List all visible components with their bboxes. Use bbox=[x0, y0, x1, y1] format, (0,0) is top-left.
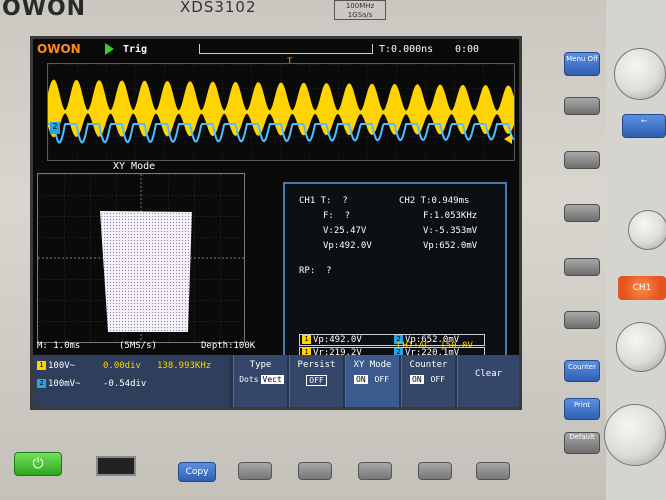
ch2-badge-icon: 2 bbox=[37, 379, 46, 388]
trigger-level-icon bbox=[504, 134, 512, 144]
ch1-scale: 100V~ bbox=[48, 361, 76, 371]
ch2-marker-icon: 2 bbox=[50, 122, 60, 134]
spec-label: 100MHz 1GSa/s bbox=[334, 0, 386, 20]
ch2-vrms: V:-5.353mV bbox=[423, 226, 478, 236]
side-key-4[interactable] bbox=[564, 258, 600, 276]
time-readout: 0:00 bbox=[455, 44, 480, 55]
default-button[interactable]: Default bbox=[564, 432, 600, 454]
volts-div-knob[interactable] bbox=[604, 404, 666, 466]
ch2-offset: -0.54div bbox=[103, 379, 147, 389]
ch2-period: CH2 T:0.949ms bbox=[399, 196, 470, 206]
ch1-badge-icon: 1 bbox=[37, 361, 46, 370]
copy-button[interactable]: Copy bbox=[178, 462, 216, 482]
status-bar: M: 1.0ms (5MS/s) Depth:100K CH1:AC- ∫50.… bbox=[33, 339, 519, 353]
softkey-2[interactable] bbox=[298, 462, 332, 480]
xy-off-option[interactable]: OFF bbox=[373, 375, 391, 384]
rp-readout: RP: ? bbox=[299, 266, 332, 276]
ch1-button[interactable]: CH1 bbox=[618, 276, 666, 300]
counter-on-option[interactable]: ON bbox=[410, 375, 424, 384]
trig-status: Trig bbox=[123, 44, 148, 55]
ch1-offset: 0.00div bbox=[103, 361, 141, 371]
softkey-3[interactable] bbox=[358, 462, 392, 480]
menu-xy-mode[interactable]: XY Mode ON OFF bbox=[345, 355, 399, 407]
side-key-1[interactable] bbox=[564, 97, 600, 115]
xy-on-option[interactable]: ON bbox=[354, 375, 368, 384]
power-button[interactable]: ⏻ bbox=[14, 452, 62, 476]
oscilloscope-bezel: OWON XDS3102 100MHz 1GSa/s OWON Trig T T… bbox=[0, 0, 666, 500]
display-screen: OWON Trig T T:0.000ns 0:00 2 XY Mode CH1… bbox=[30, 36, 522, 410]
run-state-icon bbox=[105, 43, 114, 55]
ch1-period: CH1 T: ? bbox=[299, 196, 348, 206]
softkey-1[interactable] bbox=[238, 462, 272, 480]
menu-counter[interactable]: Counter ON OFF bbox=[401, 355, 455, 407]
persist-value: OFF bbox=[306, 375, 327, 386]
type-vect-option[interactable]: Vect bbox=[260, 375, 284, 384]
xy-plot bbox=[37, 173, 245, 343]
ch2-scale: 100mV~ bbox=[48, 379, 81, 389]
ch1-frequency: F: ? bbox=[323, 211, 351, 221]
multipurpose-knob[interactable] bbox=[614, 48, 666, 100]
ch2-vpp: Vp:652.0mV bbox=[423, 241, 478, 251]
ch2-frequency: F:1.053KHz bbox=[423, 211, 478, 221]
waveform-area: 2 bbox=[47, 63, 515, 161]
type-dots-option[interactable]: Dots bbox=[237, 375, 260, 384]
memory-depth: Depth:100K bbox=[201, 341, 256, 351]
timebase: M: 1.0ms bbox=[37, 341, 81, 351]
xy-mode-title: XY Mode bbox=[113, 161, 156, 172]
menu-xy-mode-label: XY Mode bbox=[353, 360, 392, 370]
side-key-5[interactable] bbox=[564, 311, 600, 329]
softkey-5[interactable] bbox=[476, 462, 510, 480]
left-arrow-button[interactable]: ← bbox=[622, 114, 666, 138]
menu-counter-label: Counter bbox=[409, 360, 448, 370]
vertical-position-knob[interactable] bbox=[616, 322, 666, 372]
sample-rate: (5MS/s) bbox=[119, 341, 157, 351]
ch1-vrms: V:25.47V bbox=[323, 226, 367, 236]
usb-port bbox=[96, 456, 136, 476]
counter-button[interactable]: Counter bbox=[564, 360, 600, 382]
menu-clear-label: Clear bbox=[474, 369, 503, 379]
side-key-3[interactable] bbox=[564, 204, 600, 222]
menu-off-button[interactable]: Menu Off bbox=[564, 52, 600, 76]
bottom-menu: 1 100V~ 0.00div 138.993KHz 2 100mV~ -0.54d… bbox=[33, 355, 519, 407]
top-status-bar: OWON Trig T T:0.000ns 0:00 bbox=[33, 39, 519, 67]
menu-type-label: Type bbox=[249, 360, 272, 370]
menu-persist[interactable]: Persist OFF bbox=[289, 355, 343, 407]
menu-type[interactable]: Type Dots Vect bbox=[233, 355, 287, 407]
menu-clear[interactable]: Clear bbox=[457, 355, 519, 407]
ch1-frequency-counter: 138.993KHz bbox=[157, 361, 212, 371]
print-button[interactable]: Print bbox=[564, 398, 600, 420]
model-label: XDS3102 bbox=[180, 0, 257, 16]
side-key-2[interactable] bbox=[564, 151, 600, 169]
brand-logo: OWON bbox=[2, 0, 87, 21]
xy-svg bbox=[38, 174, 244, 342]
softkey-4[interactable] bbox=[418, 462, 452, 480]
trigger-position-bar bbox=[199, 44, 373, 54]
screen-logo: OWON bbox=[37, 42, 81, 56]
xy-trace bbox=[100, 211, 192, 332]
ch1-vpp: Vp:492.0V bbox=[323, 241, 372, 251]
channel-info: 1 100V~ 0.00div 138.993KHz 2 100mV~ -0.54d… bbox=[33, 355, 229, 407]
position-knob[interactable] bbox=[628, 210, 666, 250]
waveform-svg bbox=[47, 64, 515, 160]
menu-persist-label: Persist bbox=[297, 360, 336, 370]
time-offset: T:0.000ns bbox=[379, 44, 434, 55]
trigger-info: CH1:AC- ∫50.0V bbox=[397, 341, 473, 351]
counter-off-option[interactable]: OFF bbox=[429, 375, 447, 384]
